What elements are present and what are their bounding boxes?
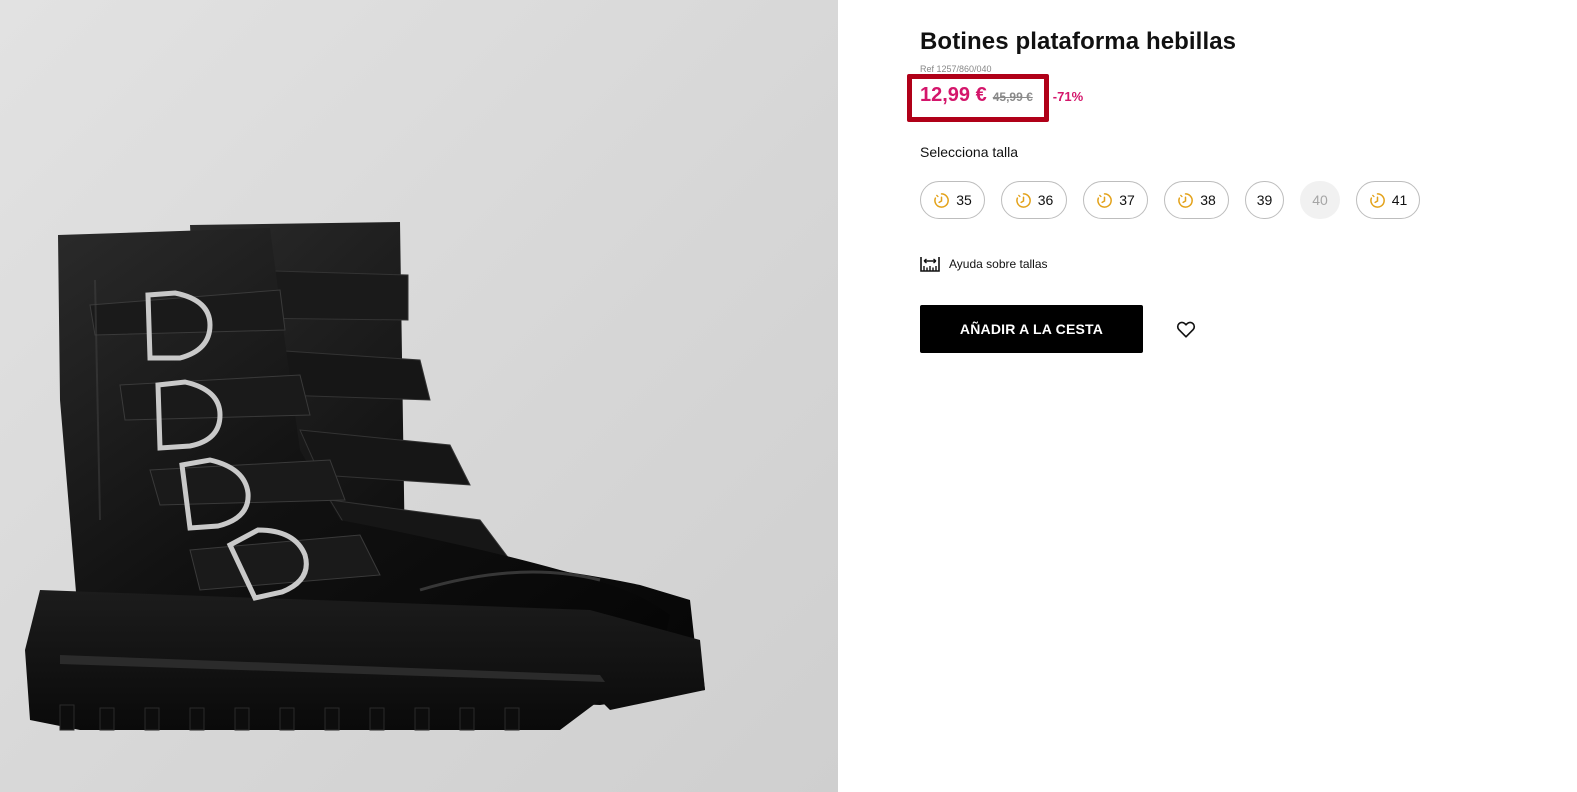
clock-icon xyxy=(1178,192,1194,208)
size-option-36[interactable]: 36 xyxy=(1001,181,1067,219)
clock-icon xyxy=(1097,192,1113,208)
size-help-link[interactable]: Ayuda sobre tallas xyxy=(920,254,1048,274)
product-reference: Ref 1257/860/040 xyxy=(920,64,992,74)
discount-badge: -71% xyxy=(1052,89,1084,104)
size-option-label: 38 xyxy=(1200,192,1216,208)
size-option-label: 40 xyxy=(1312,192,1328,208)
size-help-label: Ayuda sobre tallas xyxy=(949,257,1048,271)
ruler-icon xyxy=(920,257,940,272)
size-option-label: 36 xyxy=(1037,192,1054,208)
heart-icon[interactable] xyxy=(1175,318,1197,340)
product-title: Botines plataforma hebillas xyxy=(920,28,1237,55)
clock-icon xyxy=(934,192,950,208)
boots-illustration xyxy=(25,222,705,731)
price-highlight-annotation xyxy=(907,74,1049,122)
clock-icon xyxy=(1015,192,1031,208)
size-option-41[interactable]: 41 xyxy=(1356,181,1420,219)
clock-icon xyxy=(1369,192,1385,208)
product-image[interactable] xyxy=(0,0,838,792)
add-to-cart-button[interactable]: AÑADIR A LA CESTA xyxy=(920,305,1143,353)
product-page: Botines plataforma hebillas Ref 1257/860… xyxy=(0,0,1577,792)
product-details: Botines plataforma hebillas Ref 1257/860… xyxy=(907,0,1540,792)
size-option-40-unavailable: 40 xyxy=(1300,181,1340,219)
size-option-35[interactable]: 35 xyxy=(920,181,985,219)
size-option-39[interactable]: 39 xyxy=(1245,181,1284,219)
size-selector-label: Selecciona talla xyxy=(920,144,1019,160)
size-option-38[interactable]: 38 xyxy=(1164,181,1229,219)
size-option-label: 39 xyxy=(1256,192,1273,208)
size-option-37[interactable]: 37 xyxy=(1083,181,1148,219)
size-option-label: 35 xyxy=(956,192,972,208)
size-option-label: 37 xyxy=(1119,192,1135,208)
size-option-label: 41 xyxy=(1391,192,1408,208)
